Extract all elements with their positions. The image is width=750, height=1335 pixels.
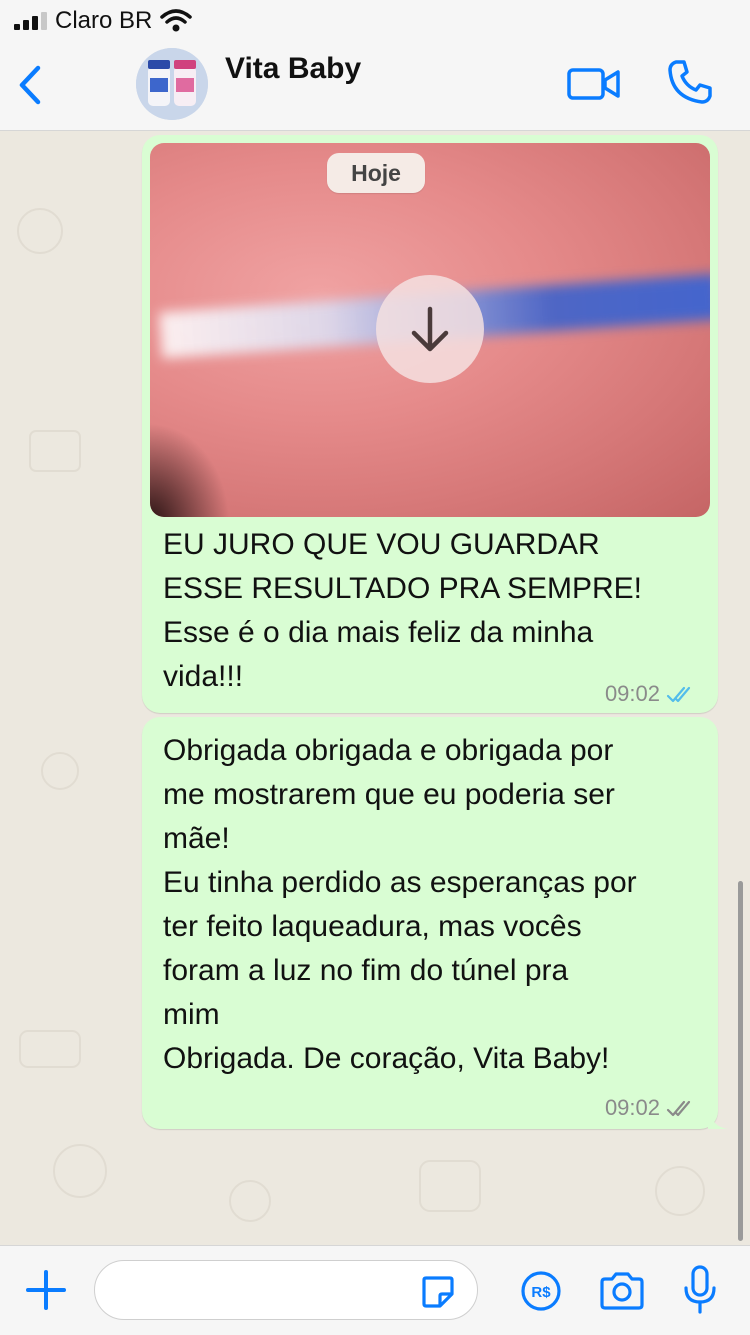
back-chevron-icon[interactable] xyxy=(14,62,48,108)
camera-icon[interactable] xyxy=(598,1270,646,1312)
status-bar: Claro BR xyxy=(0,0,750,40)
read-double-check-icon xyxy=(666,686,691,703)
message-time: 09:02 xyxy=(604,681,660,706)
signal-strength-icon xyxy=(14,12,47,30)
bubble-tail xyxy=(708,1109,728,1129)
contact-avatar[interactable] xyxy=(136,48,208,120)
date-separator-chip: Hoje xyxy=(327,153,425,193)
download-arrow-icon xyxy=(411,306,449,352)
chat-header: Vita Baby xyxy=(0,40,750,131)
payment-icon[interactable]: R$ xyxy=(520,1270,562,1312)
chat-messages-area[interactable]: Hoje EU JURO QUE VOU GUARDAR ESSE RESULT… xyxy=(0,131,750,1245)
plus-icon[interactable] xyxy=(24,1268,68,1312)
product-bottles-image xyxy=(136,48,208,120)
video-call-icon[interactable] xyxy=(566,64,622,104)
carrier-label: Claro BR xyxy=(55,7,153,34)
sticker-icon[interactable] xyxy=(420,1274,456,1310)
message-bubble-text[interactable]: Obrigada obrigada e obrigada por me most… xyxy=(142,717,728,1129)
message-text: EU JURO QUE VOU GUARDAR ESSE RESULTADO P… xyxy=(163,528,643,693)
download-button[interactable] xyxy=(376,275,484,383)
wifi-icon xyxy=(160,9,192,32)
microphone-icon[interactable] xyxy=(682,1264,718,1316)
message-meta: 09:02 xyxy=(605,681,696,707)
contact-name[interactable]: Vita Baby xyxy=(225,52,361,86)
phone-icon[interactable] xyxy=(666,58,714,106)
message-meta: 09:02 xyxy=(605,1095,696,1121)
message-bubble-image[interactable]: Hoje EU JURO QUE VOU GUARDAR ESSE RESULT… xyxy=(142,135,718,713)
delivered-double-check-icon xyxy=(666,1100,691,1117)
scrollbar[interactable] xyxy=(738,881,743,1241)
message-time: 09:02 xyxy=(604,1095,660,1120)
svg-text:R$: R$ xyxy=(531,1284,551,1301)
blurred-photo[interactable] xyxy=(150,143,710,517)
message-input-bar: R$ xyxy=(0,1245,750,1335)
message-text: Obrigada obrigada e obrigada por me most… xyxy=(163,734,637,1075)
